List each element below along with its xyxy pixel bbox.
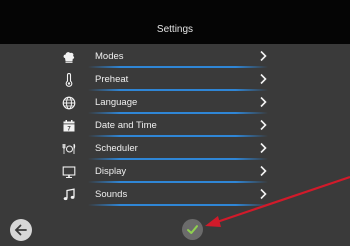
confirm-button[interactable] — [182, 219, 203, 240]
menu-item-language[interactable]: Language — [58, 92, 280, 115]
separator — [88, 158, 268, 160]
music-note-icon — [62, 188, 76, 202]
separator — [88, 181, 268, 183]
thermometer-icon — [62, 73, 76, 87]
menu-item-label: Date and Time — [95, 120, 157, 131]
menu-item-date-and-time[interactable]: 7 Date and Time — [58, 115, 280, 138]
menu-item-label: Sounds — [95, 189, 128, 200]
separator — [88, 112, 268, 114]
chevron-right-icon — [258, 188, 268, 200]
menu-item-label: Scheduler — [95, 143, 138, 154]
separator — [88, 204, 268, 206]
menu-item-preheat[interactable]: Preheat — [58, 69, 280, 92]
chevron-right-icon — [258, 96, 268, 108]
menu-item-sounds[interactable]: Sounds — [58, 184, 280, 207]
chef-hat-icon — [62, 50, 76, 64]
separator — [88, 89, 268, 91]
menu-item-label: Language — [95, 97, 138, 108]
bottom-bar — [0, 214, 350, 246]
chevron-right-icon — [258, 50, 268, 62]
separator — [88, 66, 268, 68]
back-button[interactable] — [10, 219, 32, 241]
chevron-right-icon — [258, 142, 268, 154]
calendar-icon: 7 — [62, 119, 76, 133]
menu-item-scheduler[interactable]: Scheduler — [58, 138, 280, 161]
menu-item-label: Preheat — [95, 74, 129, 85]
scheduler-icon — [62, 142, 76, 156]
monitor-icon — [62, 165, 76, 179]
header-bar: Settings — [0, 0, 350, 44]
globe-icon — [62, 96, 76, 110]
menu-item-modes[interactable]: Modes — [58, 46, 280, 69]
chevron-right-icon — [258, 165, 268, 177]
chevron-right-icon — [258, 119, 268, 131]
menu-item-label: Modes — [95, 51, 124, 62]
chevron-right-icon — [258, 73, 268, 85]
separator — [88, 135, 268, 137]
menu-item-label: Display — [95, 166, 127, 177]
checkmark-icon — [187, 225, 198, 234]
menu-item-display[interactable]: Display — [58, 161, 280, 184]
page-title: Settings — [156, 24, 194, 35]
arrow-left-icon — [14, 224, 27, 236]
oven-settings-screen: Settings Modes Preheat Language 7 Date a… — [0, 0, 350, 246]
